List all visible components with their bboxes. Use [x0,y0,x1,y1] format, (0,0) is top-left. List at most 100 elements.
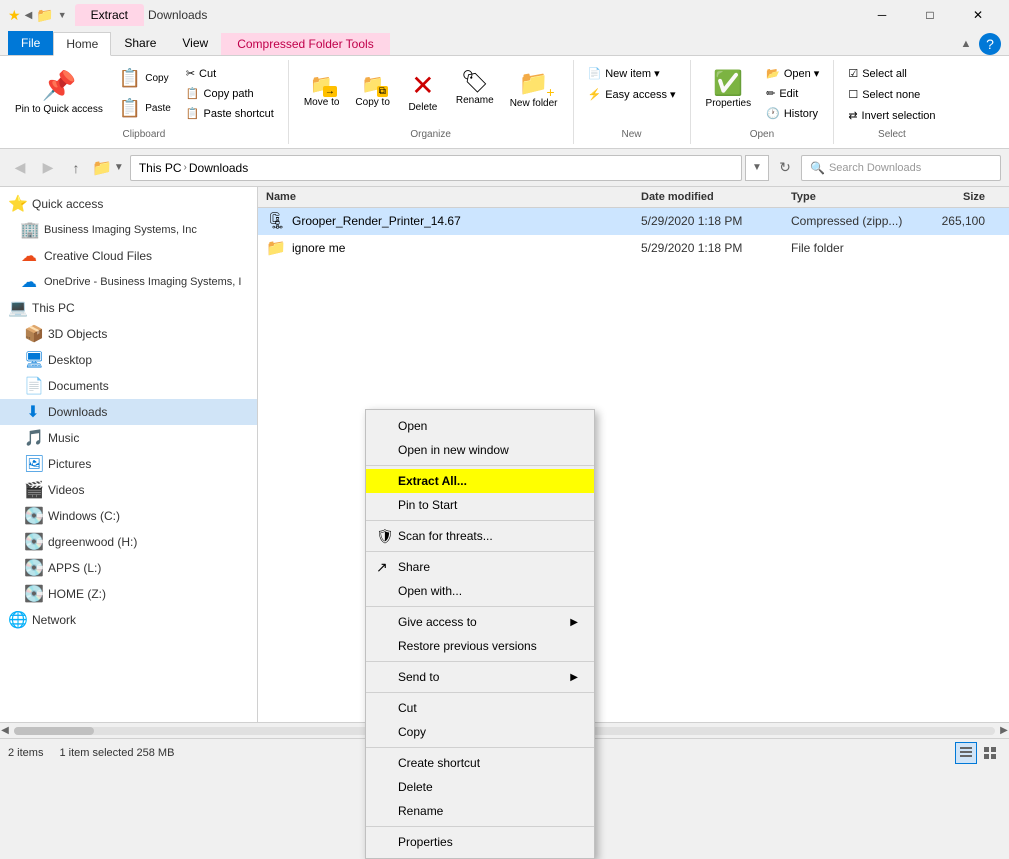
folder-icon: 📁 [36,7,53,24]
ctx-scan[interactable]: 🛡 Scan for threats... [366,524,594,548]
paste-button[interactable]: 📋 Paste [112,94,178,123]
history-button[interactable]: 🕐 History [760,104,825,123]
copy-path-icon: 📋 [186,87,200,100]
maximize-button[interactable]: □ [907,0,953,30]
sidebar-item-onedrive[interactable]: ☁ OneDrive - Business Imaging Systems, I [0,269,257,295]
tab-compressed[interactable]: Compressed Folder Tools [221,33,390,55]
select-none-button[interactable]: ☐ Select none [842,85,926,104]
copy-button[interactable]: 📋 Copy [112,64,178,93]
rename-button[interactable]: 🏷 Rename [449,64,501,111]
sidebar-item-3d-objects[interactable]: 📦 3D Objects [0,321,257,347]
path-dropdown[interactable]: 📁 ▼ [92,158,124,178]
ctx-restore-versions[interactable]: Restore previous versions [366,634,594,658]
documents-icon: 📄 [24,376,42,396]
ctx-copy[interactable]: Copy [366,720,594,744]
new-item-button[interactable]: 📄 New item ▾ [582,64,666,83]
pin-to-quick-access-button[interactable]: 📌 Pin to Quick access [8,64,110,121]
properties-button[interactable]: ✅ Properties [699,64,759,114]
search-box[interactable]: 🔍 Search Downloads [801,155,1001,181]
cut-button[interactable]: ✂ Cut [180,64,280,83]
invert-selection-button[interactable]: ⇄ Invert selection [842,106,941,125]
new-folder-button[interactable]: 📁+ New folder [503,64,565,114]
file-item-0[interactable]: 🗜 Grooper_Render_Printer_14.67 5/29/2020… [258,208,1009,235]
ctx-share[interactable]: ↗ Share [366,555,594,579]
ctx-rename-label: Rename [398,804,443,818]
ctx-send-to[interactable]: Send to ▶ [366,665,594,689]
ctx-rename[interactable]: Rename [366,799,594,823]
sidebar-item-creative[interactable]: ☁ Creative Cloud Files [0,243,257,269]
ctx-properties[interactable]: Properties [366,830,594,854]
ctx-pin-start[interactable]: Pin to Start [366,493,594,517]
home-icon: 💽 [24,584,42,604]
ctx-open[interactable]: Open [366,414,594,438]
copy-to-button[interactable]: 📁⧉ Copy to [348,64,396,113]
ctx-sep7 [366,747,594,748]
ctx-open-with[interactable]: Open with... [366,579,594,603]
ctx-open-new-window[interactable]: Open in new window [366,438,594,462]
minimize-button[interactable]: ─ [859,0,905,30]
file-type-0: Compressed (zipp...) [791,214,921,228]
sidebar-item-videos[interactable]: 🎬 Videos [0,477,257,503]
sidebar-item-apps[interactable]: 💽 APPS (L:) [0,555,257,581]
sidebar-item-windows-c[interactable]: 💽 Windows (C:) [0,503,257,529]
ctx-delete[interactable]: Delete [366,775,594,799]
sidebar-item-desktop[interactable]: 🖥 Desktop [0,347,257,373]
sidebar-label-dgreenwood: dgreenwood (H:) [48,535,137,549]
sidebar: ⭐ Quick access 🏢 Business Imaging System… [0,187,258,722]
delete-icon: ✕ [411,69,434,102]
delete-button[interactable]: ✕ Delete [399,64,447,118]
ctx-cut[interactable]: Cut [366,696,594,720]
up-button[interactable]: ↑ [64,156,88,180]
back-button[interactable]: ◀ [8,156,32,180]
help-button[interactable]: ? [979,33,1001,55]
select-all-button[interactable]: ☑ Select all [842,64,913,83]
sidebar-item-downloads[interactable]: ⬇ Downloads [0,399,257,425]
sidebar-item-business[interactable]: 🏢 Business Imaging Systems, Inc [0,217,257,243]
easy-access-icon: ⚡ [588,88,602,101]
history-label: History [784,108,818,120]
sidebar-item-network[interactable]: 🌐 Network [0,607,257,633]
edit-button[interactable]: ✏ Edit [760,84,825,103]
this-pc-icon: 💻 [8,298,26,318]
ctx-sep1 [366,465,594,466]
file-date-0: 5/29/2020 1:18 PM [641,214,791,228]
file-item-1[interactable]: 📁 ignore me 5/29/2020 1:18 PM File folde… [258,235,1009,262]
ctx-extract-all[interactable]: Extract All... [366,469,594,493]
paste-shortcut-button[interactable]: 📋 Paste shortcut [180,104,280,123]
open-button[interactable]: 📂 Open ▾ [760,64,825,83]
apps-icon: 💽 [24,558,42,578]
ctx-give-access[interactable]: Give access to ▶ [366,610,594,634]
forward-button[interactable]: ▶ [36,156,60,180]
paste-shortcut-icon: 📋 [186,107,200,120]
tab-view[interactable]: View [169,31,221,55]
scroll-right-btn[interactable]: ▶ [999,723,1009,739]
tab-home[interactable]: Home [53,32,111,56]
close-button[interactable]: ✕ [955,0,1001,30]
items-count: 2 items [8,747,43,759]
sidebar-item-documents[interactable]: 📄 Documents [0,373,257,399]
large-icons-icon [983,746,997,760]
sidebar-item-pictures[interactable]: 🖼 Pictures [0,451,257,477]
scrollbar-thumb[interactable] [14,727,94,735]
copy-path-button[interactable]: 📋 Copy path [180,84,280,103]
organize-items: 📁→ Move to 📁⧉ Copy to ✕ Delete 🏷 Rename [297,64,565,125]
properties-icon: ✅ [713,69,743,98]
scroll-left-btn[interactable]: ◀ [0,723,10,739]
easy-access-button[interactable]: ⚡ Easy access ▾ [582,85,682,104]
move-to-button[interactable]: 📁→ Move to [297,64,347,113]
sidebar-item-dgreenwood[interactable]: 💽 dgreenwood (H:) [0,529,257,555]
refresh-button[interactable]: ↻ [773,156,797,180]
sidebar-item-this-pc[interactable]: 💻 This PC [0,295,257,321]
address-dropdown-btn[interactable]: ▼ [745,155,769,181]
ribbon-collapse-btn[interactable]: ▲ [955,33,977,55]
select-group-label: Select [878,125,906,140]
sidebar-item-home[interactable]: 💽 HOME (Z:) [0,581,257,607]
properties-label: Properties [706,98,752,109]
sidebar-item-quick-access[interactable]: ⭐ Quick access [0,191,257,217]
ctx-create-shortcut[interactable]: Create shortcut [366,751,594,775]
address-path[interactable]: This PC › Downloads [130,155,742,181]
tab-file[interactable]: File [8,31,53,55]
sidebar-label-3d-objects: 3D Objects [48,327,107,341]
tab-share[interactable]: Share [111,31,169,55]
sidebar-item-music[interactable]: 🎵 Music [0,425,257,451]
